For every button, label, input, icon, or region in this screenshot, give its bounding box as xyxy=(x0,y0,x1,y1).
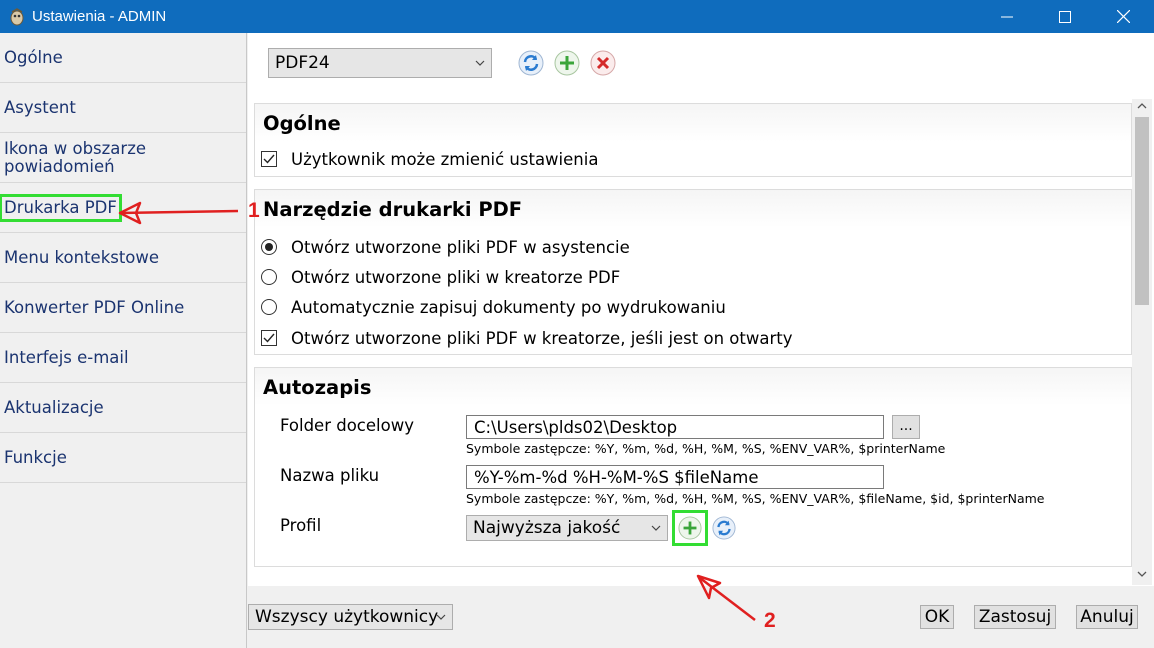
section-title: Narzędzie drukarki PDF xyxy=(255,190,1131,228)
checkmark-icon xyxy=(263,333,275,343)
add-profile-button[interactable] xyxy=(672,510,708,546)
checkmark-icon xyxy=(263,154,275,164)
section-title: Autozapis xyxy=(255,368,1131,406)
add-printer-button[interactable] xyxy=(553,49,581,77)
add-icon xyxy=(554,50,580,76)
chevron-down-icon xyxy=(475,60,485,66)
annotation-number-2: 2 xyxy=(764,609,776,632)
tool-option-autosave[interactable]: Automatycznie zapisuj dokumenty po wydru… xyxy=(255,292,1131,322)
delete-printer-button[interactable] xyxy=(589,49,617,77)
section-title: Ogólne xyxy=(255,104,1131,142)
filename-label: Nazwa pliku xyxy=(280,466,380,485)
filename-row: Nazwa pliku %Y-%m-%d %H-%M-%S $fileName … xyxy=(255,460,1131,510)
profile-row: Profil Najwyższa jakość xyxy=(255,510,1131,560)
section-general: Ogólne Użytkownik może zmienić ustawieni… xyxy=(254,103,1132,177)
filename-hint: Symbole zastępcze: %Y, %m, %d, %H, %M, %… xyxy=(466,491,1045,506)
sidebar-item-updates[interactable]: Aktualizacje xyxy=(0,383,246,433)
chevron-down-icon xyxy=(436,614,446,620)
ok-button[interactable]: OK xyxy=(920,605,954,629)
settings-scroll-area[interactable]: Ogólne Użytkownik może zmienić ustawieni… xyxy=(254,103,1132,583)
refresh-profile-button[interactable] xyxy=(710,514,738,542)
sidebar-item-general[interactable]: Ogólne xyxy=(0,33,246,83)
add-icon xyxy=(678,516,702,540)
radio-selected[interactable] xyxy=(261,239,277,255)
sidebar-item-online-converter[interactable]: Konwerter PDF Online xyxy=(0,283,246,333)
dialog-footer: Wszyscy użytkownicy OK Zastosuj Anuluj xyxy=(247,586,1154,648)
section-pdf-printer-tool: Narzędzie drukarki PDF Otwórz utworzone … xyxy=(254,189,1132,355)
refresh-printer-button[interactable] xyxy=(517,49,545,77)
app-icon xyxy=(10,7,24,25)
sidebar-item-features[interactable]: Funkcje xyxy=(0,433,246,483)
minimize-icon xyxy=(1001,16,1013,17)
printer-select[interactable]: PDF24 xyxy=(268,48,492,78)
sidebar-item-pdf-printer[interactable]: Drukarka PDF xyxy=(0,183,246,233)
chevron-down-icon xyxy=(651,525,661,531)
scroll-up-icon xyxy=(1137,103,1147,109)
profile-select[interactable]: Najwyższa jakość xyxy=(466,515,668,541)
annotation-number-1: 1 xyxy=(248,199,260,222)
section-autosave: Autozapis Folder docelowy C:\Users\plds0… xyxy=(254,367,1132,567)
folder-label: Folder docelowy xyxy=(280,416,414,435)
sidebar-item-assistant[interactable]: Asystent xyxy=(0,83,246,133)
profile-label: Profil xyxy=(280,516,322,535)
user-can-change-checkbox[interactable] xyxy=(261,151,277,167)
tool-option-creator[interactable]: Otwórz utworzone pliki w kreatorze PDF xyxy=(255,262,1131,292)
user-can-change-row[interactable]: Użytkownik może zmienić ustawienia xyxy=(255,142,1131,176)
folder-input[interactable]: C:\Users\plds02\Desktop xyxy=(466,415,884,439)
window-title: Ustawienia - ADMIN xyxy=(32,8,167,25)
open-in-creator-row[interactable]: Otwórz utworzone pliki PDF w kreatorze, … xyxy=(255,322,1131,354)
browse-folder-button[interactable]: ... xyxy=(892,415,920,439)
refresh-icon xyxy=(518,50,544,76)
scroll-down-icon xyxy=(1137,571,1147,577)
sidebar-item-tray-icon[interactable]: Ikona w obszarze powiadomień xyxy=(0,133,246,183)
maximize-icon xyxy=(1059,10,1071,23)
tool-option-assistant[interactable]: Otwórz utworzone pliki PDF w asystencie xyxy=(255,232,1131,262)
minimize-button[interactable] xyxy=(978,0,1036,33)
delete-icon xyxy=(590,50,616,76)
sidebar-item-context-menu[interactable]: Menu kontekstowe xyxy=(0,233,246,283)
scope-select[interactable]: Wszyscy użytkownicy xyxy=(248,604,453,630)
scrollbar-thumb[interactable] xyxy=(1135,117,1149,305)
close-icon xyxy=(1116,10,1130,23)
filename-input[interactable]: %Y-%m-%d %H-%M-%S $fileName xyxy=(466,465,884,489)
settings-content: PDF24 Ogólne Użytkownik może zmienić ust… xyxy=(248,33,1154,586)
apply-button[interactable]: Zastosuj xyxy=(974,605,1056,629)
cancel-button[interactable]: Anuluj xyxy=(1076,605,1138,629)
radio-unselected[interactable] xyxy=(261,269,277,285)
maximize-button[interactable] xyxy=(1036,0,1094,33)
sidebar: Ogólne Asystent Ikona w obszarze powiado… xyxy=(0,33,247,648)
radio-unselected[interactable] xyxy=(261,299,277,315)
open-in-creator-checkbox[interactable] xyxy=(261,330,277,346)
vertical-scrollbar[interactable] xyxy=(1132,99,1152,585)
folder-hint: Symbole zastępcze: %Y, %m, %d, %H, %M, %… xyxy=(466,441,946,456)
refresh-icon xyxy=(712,516,736,540)
folder-row: Folder docelowy C:\Users\plds02\Desktop … xyxy=(255,410,1131,460)
title-bar: Ustawienia - ADMIN xyxy=(0,0,1154,33)
sidebar-item-email[interactable]: Interfejs e-mail xyxy=(0,333,246,383)
close-button[interactable] xyxy=(1094,0,1152,33)
printer-toolbar: PDF24 xyxy=(268,48,617,78)
